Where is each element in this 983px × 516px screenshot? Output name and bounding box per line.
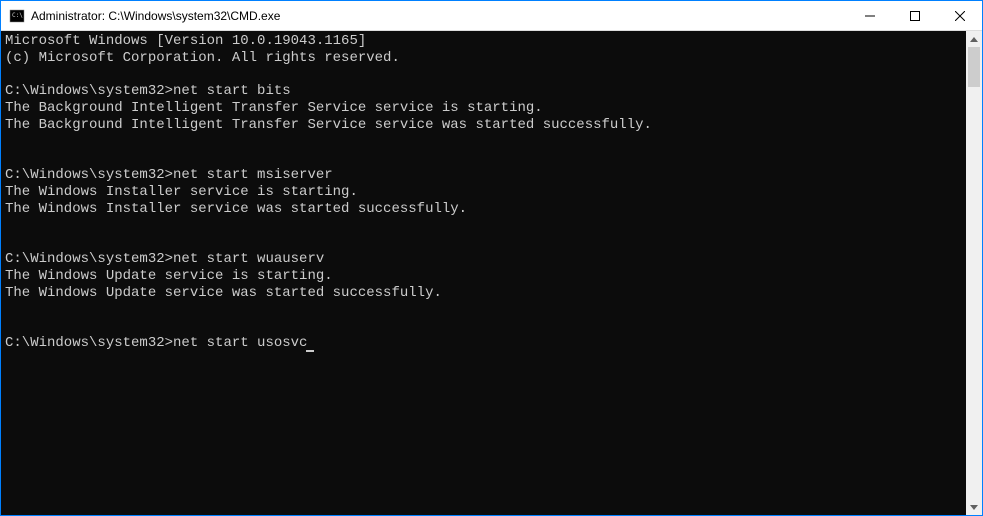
terminal-line <box>5 235 962 252</box>
terminal-line <box>5 67 962 84</box>
terminal-line <box>5 134 962 151</box>
terminal-area: Microsoft Windows [Version 10.0.19043.11… <box>1 31 982 515</box>
command-text: net start usosvc <box>173 335 307 351</box>
terminal-line: C:\Windows\system32>net start msiserver <box>5 167 962 184</box>
terminal-line <box>5 151 962 168</box>
terminal-line: The Background Intelligent Transfer Serv… <box>5 117 962 134</box>
terminal-line: C:\Windows\system32>net start bits <box>5 83 962 100</box>
terminal-line <box>5 319 962 336</box>
cmd-window: C:\ Administrator: C:\Windows\system32\C… <box>1 1 982 515</box>
window-title: Administrator: C:\Windows\system32\CMD.e… <box>31 9 847 23</box>
terminal-line: Microsoft Windows [Version 10.0.19043.11… <box>5 33 962 50</box>
terminal-line: (c) Microsoft Corporation. All rights re… <box>5 50 962 67</box>
terminal-line: C:\Windows\system32>net start wuauserv <box>5 251 962 268</box>
terminal-line <box>5 302 962 319</box>
terminal-line: The Background Intelligent Transfer Serv… <box>5 100 962 117</box>
vertical-scrollbar[interactable] <box>966 31 982 515</box>
maximize-button[interactable] <box>892 1 937 30</box>
terminal-line <box>5 218 962 235</box>
prompt: C:\Windows\system32> <box>5 335 173 351</box>
window-controls <box>847 1 982 30</box>
prompt: C:\Windows\system32> <box>5 251 173 267</box>
scroll-track[interactable] <box>966 47 982 499</box>
command-text: net start bits <box>173 83 291 99</box>
prompt: C:\Windows\system32> <box>5 167 173 183</box>
terminal-line: The Windows Installer service was starte… <box>5 201 962 218</box>
scroll-up-button[interactable] <box>966 31 982 47</box>
cmd-icon: C:\ <box>9 8 25 24</box>
cursor <box>306 350 314 352</box>
prompt: C:\Windows\system32> <box>5 83 173 99</box>
terminal-line: The Windows Update service was started s… <box>5 285 962 302</box>
terminal-output[interactable]: Microsoft Windows [Version 10.0.19043.11… <box>1 31 966 515</box>
terminal-line: C:\Windows\system32>net start usosvc <box>5 335 962 352</box>
titlebar[interactable]: C:\ Administrator: C:\Windows\system32\C… <box>1 1 982 31</box>
command-text: net start msiserver <box>173 167 333 183</box>
scroll-thumb[interactable] <box>968 47 980 87</box>
close-button[interactable] <box>937 1 982 30</box>
minimize-button[interactable] <box>847 1 892 30</box>
svg-text:C:\: C:\ <box>12 12 23 19</box>
terminal-line: The Windows Installer service is startin… <box>5 184 962 201</box>
terminal-line: The Windows Update service is starting. <box>5 268 962 285</box>
scroll-down-button[interactable] <box>966 499 982 515</box>
command-text: net start wuauserv <box>173 251 324 267</box>
